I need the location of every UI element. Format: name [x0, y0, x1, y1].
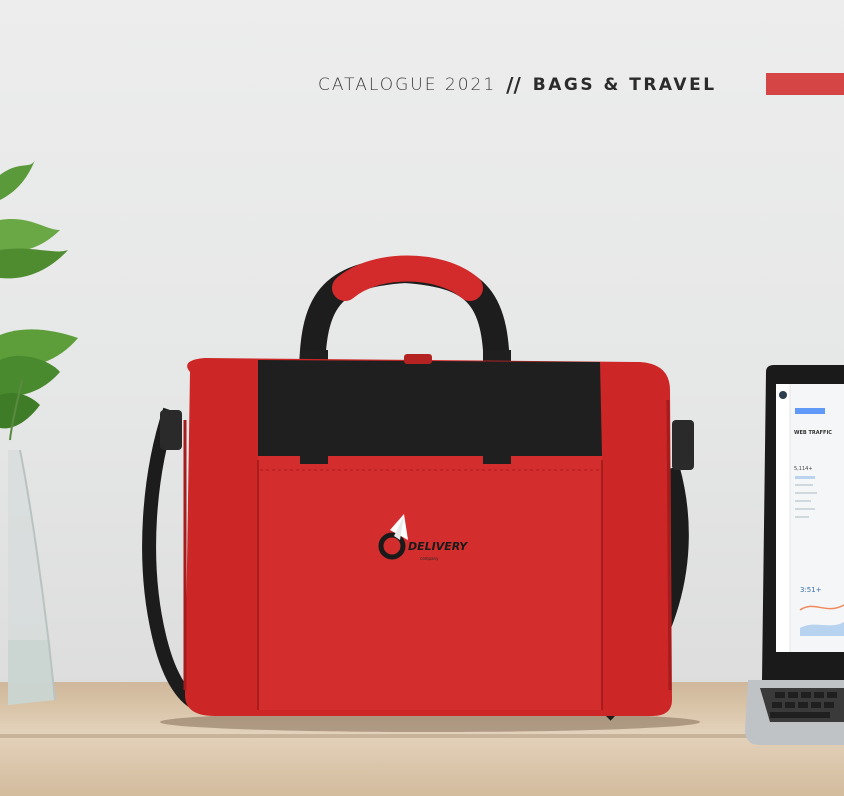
laptop: [745, 365, 844, 745]
scene-illustration: DELIVERY company WEB TRAFFIC 5,114+ 3:51…: [0, 160, 844, 745]
section-title: BAGS & TRAVEL: [532, 75, 717, 95]
product-photo: DELIVERY company WEB TRAFFIC 5,114+ 3:51…: [0, 0, 844, 796]
accent-bar: [766, 73, 844, 95]
laptop-screen-stat-1: 5,114+: [794, 466, 813, 472]
laptop-screen-stat-2: 3:51+: [800, 586, 822, 594]
catalogue-header: CATALOGUE 2021 // BAGS & TRAVEL: [318, 70, 717, 100]
catalogue-title: CATALOGUE 2021: [318, 75, 497, 95]
glass-vase: [8, 449, 56, 705]
laptop-screen-title: WEB TRAFFIC: [794, 430, 832, 436]
bag-logo-tagline: company: [420, 556, 439, 561]
plant-leaves: [0, 160, 78, 441]
header-separator: //: [506, 73, 521, 97]
bag-logo-brand: DELIVERY: [408, 540, 468, 553]
bag-body: [183, 354, 672, 716]
